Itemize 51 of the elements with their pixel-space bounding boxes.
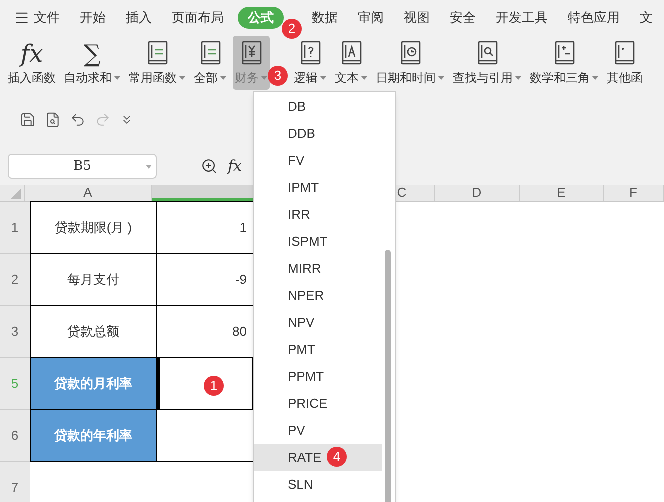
function-item[interactable]: PV (254, 417, 382, 444)
column-header[interactable]: E (520, 185, 604, 201)
row-header[interactable]: 1 (0, 202, 30, 254)
ribbon-button[interactable]: 数学和三角 (528, 36, 601, 90)
menu-tab[interactable]: 数据 (306, 7, 344, 29)
function-item[interactable]: DDB (254, 120, 382, 147)
function-item[interactable]: FV (254, 147, 382, 174)
function-item[interactable]: SLN (254, 471, 382, 498)
function-item[interactable]: PPMT (254, 363, 382, 390)
ribbon-button[interactable]: 文本 (333, 36, 370, 90)
table-cell: 贷款的年利率 (30, 409, 157, 462)
step-badge: 2 (282, 19, 302, 39)
column-header[interactable]: D (435, 185, 520, 201)
name-box[interactable]: B5 (8, 154, 157, 179)
ribbon-button[interactable]: 常用函数 (127, 36, 188, 90)
menu-tab[interactable]: 特色应用 (562, 7, 626, 29)
function-item[interactable]: IRR (254, 201, 382, 228)
menu-tab[interactable]: 开始 (74, 7, 112, 29)
ribbon-button[interactable]: ∑ 自动求和 (62, 36, 123, 90)
menu-tab[interactable]: 插入 (120, 7, 158, 29)
row-header[interactable]: 3 (0, 306, 30, 358)
function-item[interactable]: PRICE (254, 390, 382, 417)
row-header[interactable]: 6 (0, 410, 30, 462)
function-symbol[interactable]: fx (228, 155, 242, 178)
step-badge: 1 (204, 376, 224, 396)
menu-tab[interactable]: 视图 (398, 7, 436, 29)
table-cell: 贷款的月利率 (30, 357, 157, 410)
row-header[interactable]: 7 (0, 462, 30, 502)
function-item[interactable]: PMT (254, 336, 382, 363)
ribbon-button[interactable]: 全部 (192, 36, 229, 90)
ribbon-button[interactable]: 日期和时间 (374, 36, 447, 90)
menu-tab[interactable]: 审阅 (352, 7, 390, 29)
step-badge: 3 (268, 66, 288, 86)
function-item[interactable]: DB (254, 93, 382, 120)
function-item[interactable]: NPER (254, 282, 382, 309)
menu-tab[interactable]: 开发工具 (490, 7, 554, 29)
ribbon-button[interactable]: 其他函 (605, 36, 645, 90)
menu-tab[interactable]: 页面布局 (166, 7, 230, 29)
row-header[interactable]: 2 (0, 254, 30, 306)
function-item[interactable]: ISPMT (254, 228, 382, 255)
ribbon-button[interactable]: 查找与引用 (451, 36, 524, 90)
file-menu[interactable]: 文件 (14, 8, 60, 28)
menu-tab[interactable]: 安全 (444, 7, 482, 29)
table-cell: 贷款期限(月 ) (30, 201, 157, 254)
ribbon-button[interactable]: fx 插入函数 (6, 36, 58, 90)
column-header[interactable]: F (604, 185, 664, 201)
ribbon-button[interactable]: 逻辑 (292, 36, 329, 90)
function-item[interactable]: NPV (254, 309, 382, 336)
menu-tab[interactable]: 文 (634, 7, 659, 29)
function-item[interactable]: MIRR (254, 255, 382, 282)
table-cell: 每月支付 (30, 253, 157, 306)
